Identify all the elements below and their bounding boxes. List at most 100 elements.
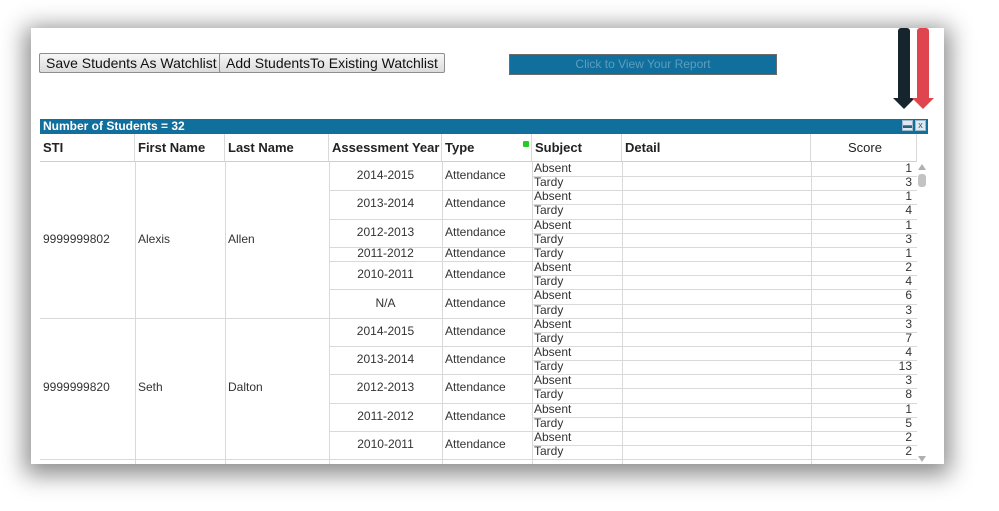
- subject-cell: Tardy: [534, 330, 564, 345]
- score-cell: 3: [905, 175, 912, 190]
- score-cell: 7: [905, 330, 912, 345]
- subject-cell: Tardy: [534, 415, 564, 430]
- score-cell: 3: [905, 302, 912, 317]
- score-cell: 1: [905, 401, 912, 416]
- subject-cell: Tardy: [534, 274, 564, 289]
- subject-cell: Tardy: [534, 387, 564, 402]
- filter-indicator-icon[interactable]: [523, 141, 529, 147]
- column-header-score[interactable]: Score: [811, 134, 917, 162]
- type-cell: Attendance: [445, 295, 506, 310]
- save-watchlist-button[interactable]: Save Students As Watchlist: [39, 53, 224, 73]
- type-cell: Attendance: [445, 323, 506, 338]
- excel-export-icon[interactable]: x: [915, 120, 926, 131]
- first-name-cell: Alexis: [138, 231, 171, 246]
- score-cell: 8: [905, 387, 912, 402]
- year-divider: [329, 459, 532, 461]
- score-cell: 1: [905, 189, 912, 204]
- sti-cell: 9999999820: [43, 380, 110, 395]
- year-divider: [329, 190, 532, 192]
- column-header-assessment-year[interactable]: Assessment Year: [329, 134, 442, 162]
- assessment-year-cell: 2010-2011: [357, 437, 414, 451]
- subject-cell: Tardy: [534, 175, 564, 190]
- subject-cell: Absent: [534, 429, 572, 444]
- view-report-button[interactable]: Click to View Your Report: [509, 54, 777, 75]
- student-divider: [40, 317, 329, 319]
- score-cell: 3: [905, 231, 912, 246]
- score-cell: 2: [905, 429, 912, 444]
- subject-cell: Tardy: [534, 444, 564, 458]
- year-divider: [329, 289, 532, 291]
- assessment-year-cell: 2010-2011: [357, 267, 414, 282]
- type-cell: Attendance: [445, 352, 506, 367]
- subject-cell: Absent: [534, 316, 572, 331]
- score-cell: 1: [905, 217, 912, 232]
- type-cell: Attendance: [445, 168, 506, 183]
- scroll-down-icon[interactable]: [918, 456, 926, 462]
- row-divider: [532, 459, 917, 461]
- save-icon[interactable]: ▬: [902, 120, 913, 131]
- assessment-year-cell: 2013-2014: [356, 196, 415, 211]
- subject-cell: Absent: [534, 161, 572, 175]
- column-divider: [329, 162, 330, 464]
- assessment-year-cell: 2011-2012: [357, 245, 414, 260]
- score-cell: 2: [905, 260, 912, 275]
- column-divider: [135, 162, 136, 464]
- year-divider: [329, 430, 532, 432]
- type-cell: Attendance: [445, 380, 506, 395]
- column-divider: [442, 162, 443, 464]
- assessment-year-cell: 2014-2015: [356, 168, 415, 183]
- subject-cell: Tardy: [534, 359, 564, 374]
- subject-cell: Absent: [534, 288, 572, 303]
- subject-cell: Tardy: [534, 203, 564, 218]
- year-divider: [329, 402, 532, 404]
- subject-cell: Tardy: [534, 302, 564, 317]
- score-cell: 1: [905, 161, 912, 175]
- assessment-year-cell: 2012-2013: [356, 380, 415, 395]
- annotation-arrow-red: [912, 28, 934, 110]
- column-divider: [532, 162, 533, 464]
- assessment-year-cell: 2011-2012: [357, 408, 414, 423]
- last-name-cell: Dalton: [228, 380, 263, 395]
- subject-cell: Absent: [534, 217, 572, 232]
- year-divider: [329, 261, 532, 263]
- subject-cell: Tardy: [534, 231, 564, 246]
- column-header-last-name[interactable]: Last Name: [225, 134, 329, 162]
- scroll-up-icon[interactable]: [918, 164, 926, 170]
- column-header-sti[interactable]: STI: [40, 134, 135, 162]
- assessment-year-cell: 2012-2013: [356, 224, 415, 239]
- subject-cell: Absent: [534, 373, 572, 388]
- annotation-arrow-dark: [893, 28, 915, 110]
- column-header-type[interactable]: Type: [442, 134, 532, 162]
- score-cell: 5: [905, 415, 912, 430]
- add-to-watchlist-button[interactable]: Add StudentsTo Existing Watchlist: [219, 53, 445, 73]
- type-cell: Attendance: [445, 408, 506, 423]
- first-name-cell: Seth: [138, 380, 163, 395]
- type-cell: Attendance: [445, 224, 506, 239]
- column-header-detail[interactable]: Detail: [622, 134, 811, 162]
- subject-cell: Absent: [534, 401, 572, 416]
- assessment-year-cell: N/A: [375, 295, 396, 310]
- student-divider: [40, 459, 329, 461]
- score-cell: 4: [905, 203, 912, 218]
- column-divider: [622, 162, 623, 464]
- assessment-year-cell: 2013-2014: [356, 352, 415, 367]
- column-header-subject[interactable]: Subject: [523, 134, 622, 162]
- type-cell: Attendance: [445, 267, 506, 282]
- score-cell: 1: [905, 245, 912, 260]
- score-cell: 4: [905, 344, 912, 359]
- score-cell: 3: [905, 316, 912, 331]
- sti-cell: 9999999802: [43, 231, 110, 246]
- type-cell: Attendance: [445, 196, 506, 211]
- year-divider: [329, 345, 532, 347]
- student-count: Number of Students = 32: [43, 119, 185, 133]
- last-name-cell: Allen: [228, 231, 255, 246]
- year-divider: [329, 374, 532, 376]
- vertical-scrollbar[interactable]: [917, 162, 927, 464]
- column-header-first-name[interactable]: First Name: [135, 134, 225, 162]
- score-cell: 3: [905, 373, 912, 388]
- app-frame: Save Students As Watchlist Add StudentsT…: [31, 28, 944, 464]
- score-cell: 2: [905, 444, 912, 458]
- scroll-thumb[interactable]: [918, 174, 926, 187]
- score-cell: 6: [905, 288, 912, 303]
- column-divider: [225, 162, 226, 464]
